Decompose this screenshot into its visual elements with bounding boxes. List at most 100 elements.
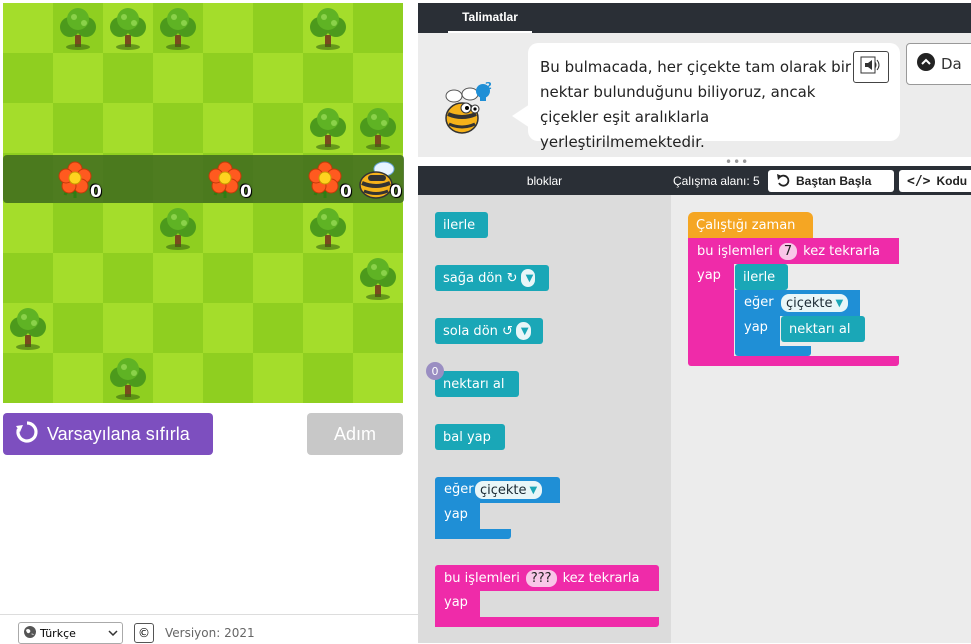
- grass-tile: [203, 53, 253, 103]
- condition-value: çiçekte: [786, 295, 833, 311]
- chevron-down-icon: [108, 627, 118, 640]
- grass-tile: [203, 303, 253, 353]
- block-label: ilerle: [443, 217, 476, 233]
- grass-tile: [53, 353, 103, 403]
- nectar-count: 0: [240, 182, 252, 202]
- start-over-label: Baştan Başla: [796, 174, 872, 188]
- condition-dropdown[interactable]: çiçekte ▼: [475, 481, 543, 499]
- hint-lightbulb-icon[interactable]: 2: [474, 81, 496, 103]
- block-get-nectar[interactable]: nektarı al: [435, 371, 519, 397]
- block-turn-left[interactable]: sola dön ↺ ▼: [435, 318, 543, 344]
- grass-tile: [303, 353, 353, 403]
- block-label: sola dön ↺: [443, 323, 513, 339]
- block-label: nektarı al: [789, 321, 851, 337]
- tab-instructions[interactable]: Talimatlar: [448, 3, 532, 33]
- block-repeat[interactable]: bu işlemleri??? kez tekrarla yap: [435, 565, 659, 627]
- grass-tile: [303, 253, 353, 303]
- condition-dropdown[interactable]: çiçekte ▼: [781, 294, 849, 312]
- game-board: 0 0 0 0: [3, 3, 404, 404]
- block-label: bal yap: [443, 429, 491, 445]
- grass-tile: [3, 353, 53, 403]
- tree-icon: [308, 207, 348, 250]
- grass-tile: [253, 203, 303, 253]
- block-label: ilerle: [743, 269, 776, 285]
- tree-icon: [108, 7, 148, 50]
- if-label: eğer: [744, 295, 774, 310]
- text-to-speech-button[interactable]: [853, 51, 889, 83]
- footer-divider: [0, 614, 418, 615]
- step-button[interactable]: Adım: [307, 413, 403, 455]
- block-turn-right[interactable]: sağa dön ↻ ▼: [435, 265, 549, 291]
- grass-tile: [53, 303, 103, 353]
- block-get-nectar[interactable]: nektarı al: [781, 316, 865, 342]
- grass-tile: [3, 203, 53, 253]
- grass-tile: [153, 103, 203, 153]
- dropdown-arrow-icon[interactable]: ▼: [520, 269, 536, 287]
- more-label: Da: [941, 55, 962, 73]
- tree-icon: [358, 257, 398, 300]
- grass-tile: [103, 103, 153, 153]
- grass-tile: [103, 253, 153, 303]
- grass-tile: [153, 253, 203, 303]
- grass-tile: [203, 103, 253, 153]
- reset-button[interactable]: Varsayılana sıfırla: [3, 413, 213, 455]
- do-label: yap: [444, 507, 468, 522]
- do-label: yap: [444, 595, 468, 610]
- nectar-count: 0: [90, 182, 102, 202]
- block-count-badge: 0: [426, 362, 444, 380]
- code-icon: </>: [907, 173, 931, 189]
- block-move-forward[interactable]: ilerle: [435, 212, 488, 238]
- more-instructions-button[interactable]: Da: [906, 43, 971, 85]
- grass-tile: [203, 253, 253, 303]
- reset-label: Varsayılana sıfırla: [47, 423, 190, 444]
- grass-tile: [203, 203, 253, 253]
- when-run-label: Çalıştığı zaman: [696, 217, 796, 233]
- grass-tile: [353, 53, 403, 103]
- tree-icon: [308, 107, 348, 150]
- grass-tile: [103, 303, 153, 353]
- block-move-forward[interactable]: ilerle: [735, 264, 788, 290]
- copyright-button[interactable]: ©: [134, 623, 154, 643]
- grass-tile: [153, 353, 203, 403]
- block-label: nektarı al: [443, 376, 505, 392]
- version-text: Versiyon: 2021: [165, 626, 255, 640]
- block-label: sağa dön ↻: [443, 270, 518, 286]
- grass-tile: [103, 53, 153, 103]
- block-when-run[interactable]: Çalıştığı zaman: [688, 212, 813, 238]
- repeat-count-field[interactable]: 7: [778, 243, 798, 260]
- dropdown-arrow-icon[interactable]: ▼: [515, 322, 531, 340]
- language-select[interactable]: Türkçe: [18, 622, 123, 644]
- grass-tile: [53, 253, 103, 303]
- start-over-button[interactable]: Baştan Başla: [768, 170, 894, 192]
- grass-tile: [53, 203, 103, 253]
- language-value: Türkçe: [40, 626, 76, 640]
- instruction-bubble: Bu bulmacada, her çiçekte tam olarak bir…: [528, 43, 900, 151]
- grass-tile: [3, 53, 53, 103]
- show-code-button[interactable]: </> Kodu: [899, 170, 971, 192]
- tree-icon: [158, 7, 198, 50]
- block-if-flower[interactable]: eğer çiçekte ▼ yap: [435, 477, 560, 539]
- tree-icon: [108, 357, 148, 400]
- tree-icon: [58, 7, 98, 50]
- block-make-honey[interactable]: bal yap: [435, 424, 505, 450]
- grass-tile: [353, 353, 403, 403]
- flower-icon: [55, 160, 95, 200]
- grass-tile: [253, 253, 303, 303]
- do-label: yap: [697, 268, 721, 283]
- repeat-prefix: bu işlemleri: [444, 571, 520, 586]
- instruction-text: Bu bulmacada, her çiçekte tam olarak bir…: [540, 58, 852, 151]
- step-label: Adım: [333, 423, 376, 444]
- grass-tile: [353, 303, 403, 353]
- grass-tile: [153, 53, 203, 103]
- show-code-label: Kodu: [936, 174, 968, 188]
- tree-icon: [358, 107, 398, 150]
- collapse-icon: [917, 53, 935, 75]
- grass-tile: [103, 203, 153, 253]
- grass-tile: [53, 53, 103, 103]
- grass-tile: [253, 53, 303, 103]
- tree-icon: [308, 7, 348, 50]
- repeat-count-field[interactable]: ???: [525, 570, 557, 587]
- flower-icon: [305, 160, 345, 200]
- toolbox-title: bloklar: [526, 173, 563, 188]
- repeat-prefix: bu işlemleri: [697, 244, 773, 259]
